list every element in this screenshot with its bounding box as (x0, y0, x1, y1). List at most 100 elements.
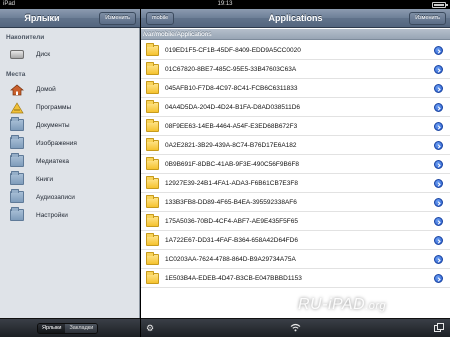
folder-row[interactable]: 1E503B4A-EDEB-4D47-B3CB-E047BBBD1153 (141, 269, 450, 288)
folder-row[interactable]: 08F9EE63-14EB-4464-A54F-E3ED68B672F3 (141, 117, 450, 136)
tab-shortcuts[interactable]: Ярлыки (38, 324, 66, 333)
home-icon (10, 83, 24, 96)
gear-icon[interactable]: ⚙ (146, 323, 154, 334)
path-bar: /var/mobile/Applications (141, 29, 450, 40)
folder-icon (10, 207, 24, 221)
folder-icon (146, 119, 159, 132)
sidebar-item-applications[interactable]: Программы (0, 99, 139, 116)
disclosure-button-icon[interactable] (434, 65, 443, 74)
tab-bookmarks[interactable]: Закладки (65, 324, 98, 333)
disclosure-button-icon[interactable] (434, 274, 443, 283)
wifi-icon[interactable] (290, 323, 301, 335)
sidebar-item-label: Медиатека (36, 158, 69, 165)
sidebar-item-label: Диск (36, 51, 51, 58)
folder-name: 1C0203AA-7624-4788-864D-B9A29734A75A (165, 256, 296, 263)
folder-row[interactable]: 04A4D5DA-204D-4D24-B1FA-D8AD038511D6 (141, 98, 450, 117)
folder-name: 12927E39-24B1-4FA1-ADA3-F6B61CB7E3F8 (165, 180, 298, 187)
edit-button[interactable]: Изменить (409, 12, 446, 25)
sidebar-item-label: Документы (36, 122, 70, 129)
disclosure-button-icon[interactable] (434, 160, 443, 169)
page-title: Applications (268, 13, 323, 23)
sidebar: Ярлыки Изменить Накопители Диск Места До… (0, 9, 140, 337)
folder-row[interactable]: 019ED1F5-CF1B-45DF-8409-EDD9A5CC0020 (141, 41, 450, 60)
folder-name: 08F9EE63-14EB-4464-A54F-E3ED68B672F3 (165, 123, 298, 130)
folder-name: 133B3FB8-DD89-4F65-B4EA-395592338AF6 (165, 199, 297, 206)
disclosure-button-icon[interactable] (434, 84, 443, 93)
disclosure-button-icon[interactable] (434, 103, 443, 112)
folder-row[interactable]: 175A5036-70BD-4CF4-ABF7-AE9E435F5F65 (141, 212, 450, 231)
folder-row[interactable]: 0A2E2821-3B29-439A-8C74-B76D17E6A182 (141, 136, 450, 155)
sidebar-navbar: Ярлыки Изменить (0, 9, 140, 28)
folder-row[interactable]: 045AFB10-F7D8-4C97-8C41-FCB6C6311833 (141, 79, 450, 98)
sidebar-item-media[interactable]: Медиатека (0, 153, 139, 170)
folder-row[interactable]: 01C67820-8BE7-485C-95E5-33B47603C63A (141, 60, 450, 79)
disclosure-button-icon[interactable] (434, 141, 443, 150)
main-pane: mobile Applications Изменить /var/mobile… (141, 9, 450, 337)
folder-icon (146, 233, 159, 246)
status-bar: iPad 19:13 (0, 0, 450, 9)
disclosure-button-icon[interactable] (434, 198, 443, 207)
watermark-name: RU-iPAD (298, 296, 366, 313)
disclosure-button-icon[interactable] (434, 236, 443, 245)
folder-name: 019ED1F5-CF1B-45DF-8409-EDD9A5CC0020 (165, 47, 301, 54)
folder-icon (146, 138, 159, 151)
disclosure-button-icon[interactable] (434, 255, 443, 264)
sidebar-item-documents[interactable]: Документы (0, 117, 139, 134)
sidebar-edit-button[interactable]: Изменить (99, 12, 136, 25)
folder-icon (146, 43, 159, 56)
file-list: 019ED1F5-CF1B-45DF-8409-EDD9A5CC0020 01C6… (141, 41, 450, 288)
folder-name: 04A4D5DA-204D-4D24-B1FA-D8AD038511D6 (165, 104, 301, 111)
folder-icon (10, 153, 24, 167)
disclosure-button-icon[interactable] (434, 217, 443, 226)
sidebar-title: Ярлыки (24, 13, 60, 23)
folder-icon (146, 252, 159, 265)
folder-icon (146, 81, 159, 94)
folder-icon (146, 214, 159, 227)
watermark-suffix: .org (365, 300, 387, 312)
sidebar-item-audio[interactable]: Аудиозаписи (0, 189, 139, 206)
watermark-text: RU-iPAD.org (298, 293, 386, 318)
sidebar-item-label: Программы (36, 104, 72, 111)
folder-name: 01C67820-8BE7-485C-95E5-33B47603C63A (165, 66, 297, 73)
folder-icon (146, 195, 159, 208)
sidebar-segmented-control: Ярлыки Закладки (37, 323, 99, 334)
sidebar-item-images[interactable]: Изображения (0, 135, 139, 152)
main-navbar: mobile Applications Изменить (141, 9, 450, 28)
disclosure-button-icon[interactable] (434, 46, 443, 55)
main-toolbar: ⚙ (141, 318, 450, 337)
disclosure-button-icon[interactable] (434, 179, 443, 188)
sidebar-item-home[interactable]: Домой (0, 81, 139, 98)
folder-row[interactable]: 1C0203AA-7624-4788-864D-B9A29734A75A (141, 250, 450, 269)
folder-row[interactable]: 12927E39-24B1-4FA1-ADA3-F6B61CB7E3F8 (141, 174, 450, 193)
sidebar-item-label: Изображения (36, 140, 77, 147)
sidebar-item-label: Настройки (36, 212, 68, 219)
folder-icon (146, 100, 159, 113)
folder-icon (146, 271, 159, 284)
battery-level (434, 4, 444, 6)
folder-row[interactable]: 133B3FB8-DD89-4F65-B4EA-395592338AF6 (141, 193, 450, 212)
sidebar-item-disk[interactable]: Диск (0, 46, 139, 63)
sidebar-toolbar: Ярлыки Закладки (0, 318, 140, 337)
folder-name: 0A2E2821-3B29-439A-8C74-B76D17E6A182 (165, 142, 297, 149)
sidebar-item-books[interactable]: Книги (0, 171, 139, 188)
battery-icon (432, 2, 448, 8)
folder-name: 1A722E67-DD31-4FAF-B364-658A42D64FD6 (165, 237, 298, 244)
sidebar-item-label: Книги (36, 176, 54, 183)
windows-icon[interactable] (434, 323, 444, 335)
folder-name: 0B9B691F-8DBC-41AB-9F3E-490C56F9B6F8 (165, 161, 300, 168)
sidebar-item-label: Аудиозаписи (36, 194, 75, 201)
folder-icon (10, 135, 24, 149)
folder-icon (10, 189, 24, 203)
section-drives-header: Накопители (6, 34, 45, 41)
apple-logo-icon (420, 296, 435, 315)
sidebar-item-label: Домой (36, 86, 56, 93)
watermark-logo: RU-iPAD.org (290, 293, 440, 317)
folder-row[interactable]: 1A722E67-DD31-4FAF-B364-658A42D64FD6 (141, 231, 450, 250)
sidebar-item-settings[interactable]: Настройки (0, 207, 139, 224)
clock: 19:13 (217, 1, 233, 7)
folder-row[interactable]: 0B9B691F-8DBC-41AB-9F3E-490C56F9B6F8 (141, 155, 450, 174)
folder-icon (10, 117, 24, 131)
folder-icon (146, 157, 159, 170)
disclosure-button-icon[interactable] (434, 122, 443, 131)
section-places-header: Места (6, 71, 26, 78)
